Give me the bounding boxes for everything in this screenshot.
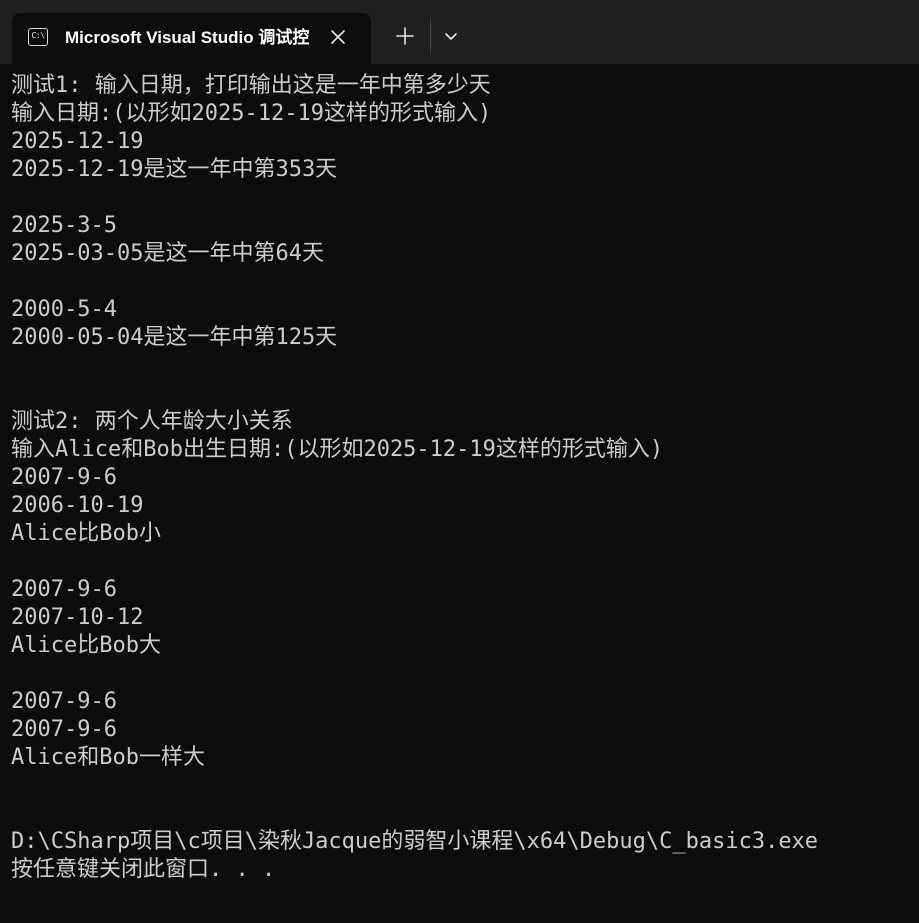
console-line: 2007-9-6	[11, 689, 117, 714]
console-line: 2000-05-04是这一年中第125天	[11, 325, 338, 350]
console-output[interactable]: 测试1: 输入日期，打印输出这是一年中第多少天 输入日期:(以形如2025-12…	[0, 64, 919, 923]
console-line: 2007-10-12	[11, 605, 144, 630]
plus-icon	[396, 27, 414, 45]
terminal-window: C:\ Microsoft Visual Studio 调试控 测试1: 输入日…	[0, 0, 919, 923]
console-line: 2007-9-6	[11, 465, 117, 490]
close-tab-button[interactable]	[326, 25, 350, 49]
new-tab-button[interactable]	[391, 22, 419, 50]
console-press-any-key: 按任意键关闭此窗口. . .	[11, 857, 276, 882]
chevron-down-icon	[445, 33, 457, 40]
console-exe-path: D:\CSharp项目\c项目\染秋Jacque的弱智小课程\x64\Debug…	[11, 829, 819, 854]
tab-dropdown-button[interactable]	[439, 24, 463, 48]
console-line: 2006-10-19	[11, 493, 144, 518]
console-line: 输入日期:(以形如2025-12-19这样的形式输入)	[11, 101, 492, 126]
console-line: 测试2: 两个人年龄大小关系	[11, 409, 293, 434]
console-line: 2025-12-19	[11, 129, 144, 154]
title-bar: C:\ Microsoft Visual Studio 调试控	[0, 0, 919, 64]
tab-separator	[430, 20, 431, 52]
close-icon	[331, 30, 345, 44]
tab-debug-console[interactable]: C:\ Microsoft Visual Studio 调试控	[12, 13, 371, 64]
console-line: Alice和Bob一样大	[11, 745, 205, 770]
console-line: Alice比Bob大	[11, 633, 161, 658]
console-app-icon: C:\	[28, 28, 48, 46]
console-line: 2025-3-5	[11, 213, 117, 238]
console-line: 2007-9-6	[11, 717, 117, 742]
tab-title: Microsoft Visual Studio 调试控	[65, 28, 310, 47]
console-line: Alice比Bob小	[11, 521, 161, 546]
console-line: 测试1: 输入日期，打印输出这是一年中第多少天	[11, 73, 491, 98]
console-line: 2000-5-4	[11, 297, 117, 322]
console-line: 输入Alice和Bob出生日期:(以形如2025-12-19这样的形式输入)	[11, 437, 664, 462]
console-line: 2025-03-05是这一年中第64天	[11, 241, 324, 266]
console-line: 2007-9-6	[11, 577, 117, 602]
console-line: 2025-12-19是这一年中第353天	[11, 157, 338, 182]
